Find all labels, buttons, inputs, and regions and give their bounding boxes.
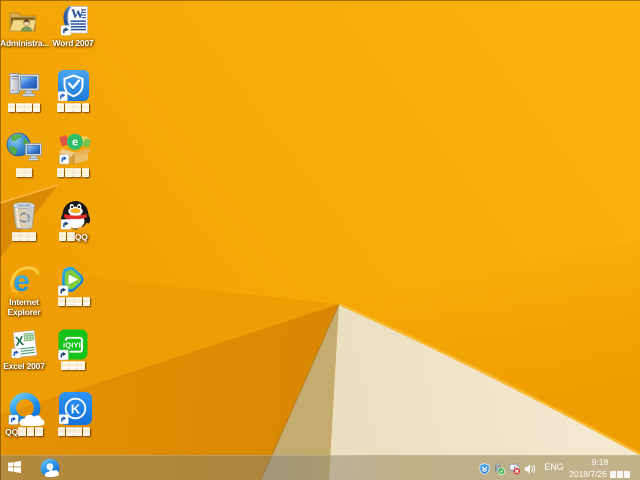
- svg-text:e: e: [72, 137, 78, 149]
- svg-text:iQIYI: iQIYI: [63, 340, 81, 349]
- svg-text:W: W: [71, 6, 84, 21]
- svg-text:K: K: [71, 401, 81, 416]
- svg-text:e: e: [13, 265, 30, 295]
